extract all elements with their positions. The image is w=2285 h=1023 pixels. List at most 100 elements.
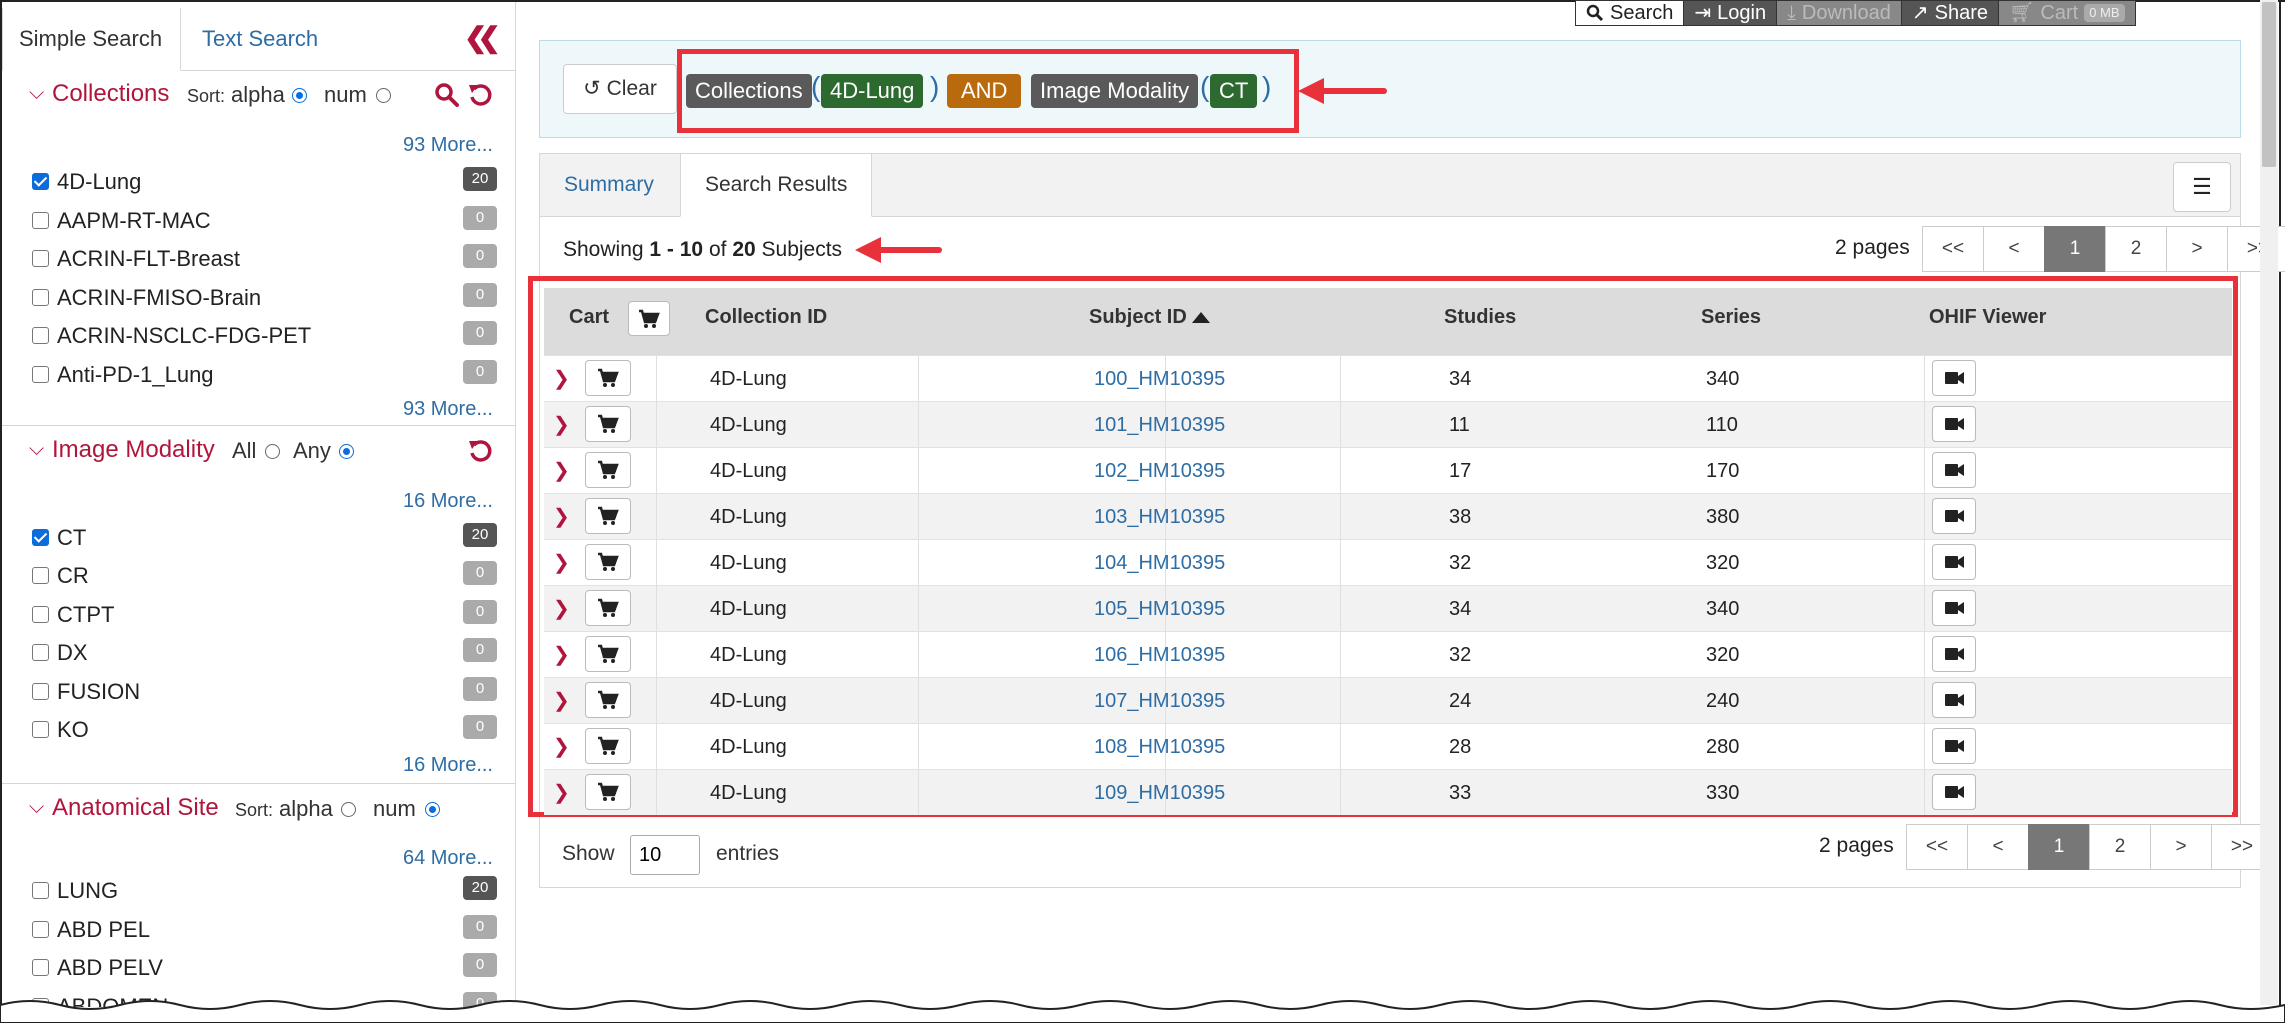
facet-item-ko[interactable]: KO 0 [32, 711, 497, 749]
reset-icon[interactable] [468, 438, 494, 464]
tab-search-results[interactable]: Search Results [680, 154, 873, 217]
modality-any-radio[interactable] [339, 444, 354, 459]
modality-title[interactable]: Image Modality [52, 436, 215, 464]
cell-subject-id-link[interactable]: 102_HM10395 [1094, 460, 1225, 483]
modality-more-link-top[interactable]: 16 More... [403, 490, 493, 513]
facet-checkbox[interactable] [32, 644, 49, 661]
open-ohif-viewer-button[interactable] [1932, 774, 1976, 810]
anatomical-sort-alpha-radio[interactable] [341, 802, 356, 817]
facet-item-cr[interactable]: CR 0 [32, 557, 497, 595]
facet-item-lung[interactable]: LUNG 20 [32, 872, 497, 910]
search-icon[interactable] [434, 82, 460, 108]
add-to-cart-button[interactable] [585, 406, 631, 442]
expand-row-chevron-icon[interactable]: ❯ [553, 642, 570, 667]
clear-query-button[interactable]: ↺ Clear [563, 64, 677, 114]
col-header-series[interactable]: Series [1701, 306, 1761, 329]
toolbar-download-button[interactable]: ⤓ Download [1776, 0, 1902, 26]
add-to-cart-button[interactable] [585, 360, 631, 396]
expand-row-chevron-icon[interactable]: ❯ [553, 550, 570, 575]
cell-subject-id-link[interactable]: 108_HM10395 [1094, 736, 1225, 759]
facet-item-ctpt[interactable]: CTPT 0 [32, 596, 497, 634]
cell-subject-id-link[interactable]: 103_HM10395 [1094, 506, 1225, 529]
open-ohif-viewer-button[interactable] [1932, 728, 1976, 764]
facet-item-4d-lung[interactable]: 4D-Lung 20 [32, 163, 497, 201]
open-ohif-viewer-button[interactable] [1932, 544, 1976, 580]
add-to-cart-button[interactable] [585, 590, 631, 626]
add-to-cart-button[interactable] [585, 728, 631, 764]
tab-simple-search[interactable]: Simple Search [2, 8, 181, 71]
expand-row-chevron-icon[interactable]: ❯ [553, 688, 570, 713]
facet-checkbox[interactable] [32, 327, 49, 344]
pager-page-2[interactable]: 2 [2089, 824, 2151, 870]
expand-row-chevron-icon[interactable]: ❯ [553, 366, 570, 391]
facet-item-dx[interactable]: DX 0 [32, 634, 497, 672]
collections-more-link-top[interactable]: 93 More... [403, 134, 493, 157]
cell-subject-id-link[interactable]: 107_HM10395 [1094, 690, 1225, 713]
query-chip-collections[interactable]: Collections [686, 74, 812, 108]
open-ohif-viewer-button[interactable] [1932, 406, 1976, 442]
facet-item-acrin-flt-breast[interactable]: ACRIN-FLT-Breast 0 [32, 240, 497, 278]
add-to-cart-button[interactable] [585, 636, 631, 672]
col-header-collection-id[interactable]: Collection ID [705, 306, 827, 329]
modality-all-radio[interactable] [265, 444, 280, 459]
facet-item-aapm-rt-mac[interactable]: AAPM-RT-MAC 0 [32, 202, 497, 240]
cell-subject-id-link[interactable]: 109_HM10395 [1094, 782, 1225, 805]
expand-row-chevron-icon[interactable]: ❯ [553, 504, 570, 529]
query-chip-modality-value[interactable]: CT [1210, 74, 1258, 108]
collections-sort-alpha-radio[interactable] [292, 88, 307, 103]
expand-row-chevron-icon[interactable]: ❯ [553, 780, 570, 805]
add-to-cart-button[interactable] [585, 774, 631, 810]
facet-checkbox[interactable] [32, 721, 49, 738]
pager-next[interactable]: > [2150, 824, 2212, 870]
pager-next[interactable]: > [2166, 226, 2228, 272]
chevron-down-icon[interactable]: ⌵ [29, 796, 44, 819]
facet-item-fusion[interactable]: FUSION 0 [32, 673, 497, 711]
cell-subject-id-link[interactable]: 106_HM10395 [1094, 644, 1225, 667]
column-menu-button[interactable]: ☰ [2173, 162, 2231, 212]
expand-row-chevron-icon[interactable]: ❯ [553, 596, 570, 621]
open-ohif-viewer-button[interactable] [1932, 682, 1976, 718]
facet-checkbox[interactable] [32, 606, 49, 623]
expand-row-chevron-icon[interactable]: ❯ [553, 412, 570, 437]
scrollbar-thumb[interactable] [2262, 2, 2276, 167]
entries-per-page-input[interactable] [630, 835, 700, 875]
expand-row-chevron-icon[interactable]: ❯ [553, 458, 570, 483]
pager-page-1[interactable]: 1 [2028, 824, 2090, 870]
facet-item-acrin-fmiso-brain[interactable]: ACRIN-FMISO-Brain 0 [32, 279, 497, 317]
facet-checkbox[interactable] [32, 567, 49, 584]
collapse-sidebar-icon[interactable]: ❮❮ [464, 24, 501, 52]
pager-prev[interactable]: < [1983, 226, 2045, 272]
open-ohif-viewer-button[interactable] [1932, 590, 1976, 626]
toolbar-cart-button[interactable]: 🛒︎ Cart 0 MB [1998, 0, 2136, 26]
query-chip-collection-value[interactable]: 4D-Lung [821, 74, 924, 108]
open-ohif-viewer-button[interactable] [1932, 452, 1976, 488]
toolbar-share-button[interactable]: ↗ Share [1900, 0, 2000, 26]
cell-subject-id-link[interactable]: 104_HM10395 [1094, 552, 1225, 575]
col-header-subject-id[interactable]: Subject ID [1089, 306, 1210, 329]
facet-item-anti-pd-1-lung[interactable]: Anti-PD-1_Lung 0 [32, 356, 497, 394]
add-to-cart-button[interactable] [585, 452, 631, 488]
pager-page-2[interactable]: 2 [2105, 226, 2167, 272]
tab-summary[interactable]: Summary [540, 154, 678, 216]
facet-checkbox[interactable] [32, 173, 49, 190]
facet-checkbox[interactable] [32, 882, 49, 899]
facet-checkbox[interactable] [32, 250, 49, 267]
collections-title[interactable]: Collections [52, 80, 169, 108]
facet-checkbox[interactable] [32, 921, 49, 938]
expand-row-chevron-icon[interactable]: ❯ [553, 734, 570, 759]
facet-checkbox[interactable] [32, 289, 49, 306]
facet-item-acrin-nsclc-fdg-pet[interactable]: ACRIN-NSCLC-FDG-PET 0 [32, 317, 497, 355]
reset-icon[interactable] [468, 82, 494, 108]
open-ohif-viewer-button[interactable] [1932, 636, 1976, 672]
modality-more-link-bottom[interactable]: 16 More... [403, 754, 493, 777]
collections-sort-num-radio[interactable] [376, 88, 391, 103]
cell-subject-id-link[interactable]: 105_HM10395 [1094, 598, 1225, 621]
cell-subject-id-link[interactable]: 100_HM10395 [1094, 368, 1225, 391]
tab-text-search[interactable]: Text Search [186, 8, 334, 70]
facet-item-ct[interactable]: CT 20 [32, 519, 497, 557]
chevron-down-icon[interactable]: ⌵ [29, 438, 44, 461]
anatomical-more-link-top[interactable]: 64 More... [403, 847, 493, 870]
open-ohif-viewer-button[interactable] [1932, 498, 1976, 534]
collections-more-link-bottom[interactable]: 93 More... [403, 398, 493, 421]
open-ohif-viewer-button[interactable] [1932, 360, 1976, 396]
